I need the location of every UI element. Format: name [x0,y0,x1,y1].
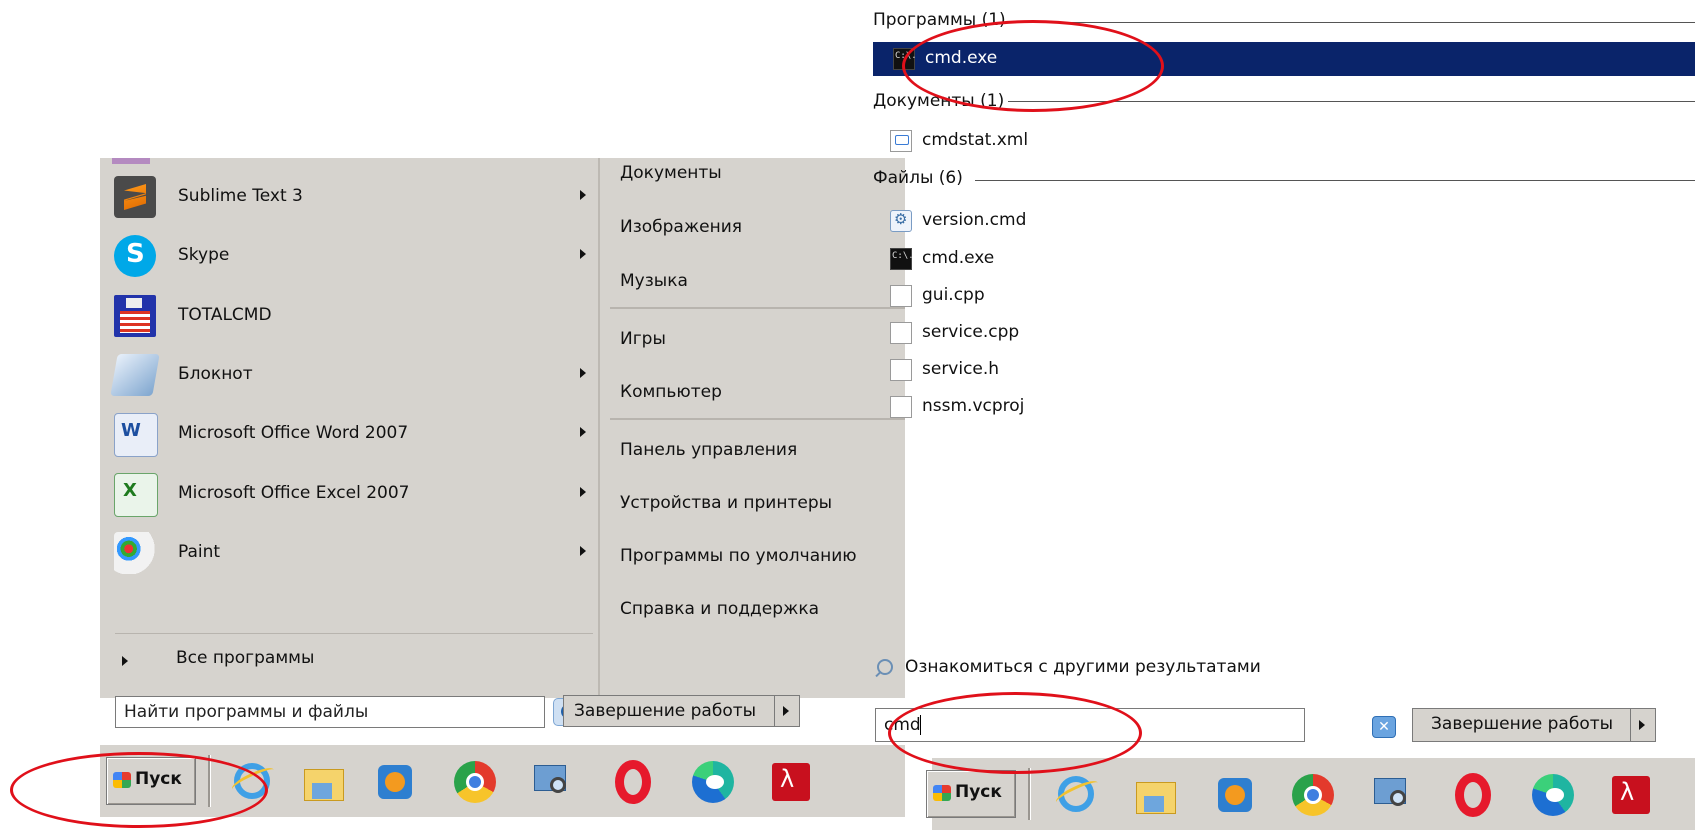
shutdown-options-button[interactable] [774,695,800,727]
windows-logo-icon [933,785,951,801]
group-header-files: Файлы (6) [873,168,963,188]
chrome-icon[interactable] [1290,772,1336,818]
group-divider [1008,22,1695,23]
all-programs-label: Все программы [176,648,315,668]
partial-icon [112,158,150,164]
script-file-icon [890,210,912,232]
shutdown-options-button[interactable] [1630,708,1656,742]
chrome-icon[interactable] [452,759,498,805]
word-icon: W [114,413,158,457]
place-control-panel[interactable]: Панель управления [620,440,797,460]
notepad-icon [110,354,160,396]
program-label: Paint [178,542,221,562]
expand-arrow-icon [122,656,128,666]
start-button[interactable]: Пуск [926,770,1016,818]
result-label: nssm.vcproj [922,396,1025,416]
result-label: service.h [922,359,1000,379]
chevron-right-icon [1639,720,1645,730]
file-explorer-icon[interactable] [1132,772,1178,818]
highlight-oval [10,752,268,828]
acrobat-icon[interactable]: λ [768,759,814,805]
network-search-icon[interactable] [1370,772,1416,818]
divider [115,633,593,634]
submenu-arrow-icon [580,368,586,378]
shutdown-button[interactable]: Завершение работы [563,695,778,727]
place-music[interactable]: Музыка [620,271,688,291]
submenu-arrow-icon [580,190,586,200]
result-label: gui.cpp [922,285,985,305]
place-documents[interactable]: Документы [620,163,722,183]
search-input[interactable]: Найти программы и файлы [115,696,545,728]
program-label: Microsoft Office Word 2007 [178,423,409,443]
divider [610,307,905,309]
place-computer[interactable]: Компьютер [620,382,722,402]
program-label: Microsoft Office Excel 2007 [178,483,410,503]
totalcmd-icon [114,295,156,337]
program-item-paint[interactable]: Paint [108,524,588,582]
program-item-word[interactable]: W Microsoft Office Word 2007 [108,405,588,463]
internet-explorer-icon[interactable] [1053,772,1101,818]
start-label: Пуск [955,782,1002,802]
submenu-arrow-icon [580,487,586,497]
search-icon [877,659,893,675]
taskbar-separator [1028,768,1031,820]
highlight-oval [888,692,1142,774]
xml-file-icon [890,130,912,152]
shutdown-button[interactable]: Завершение работы [1412,708,1634,742]
sublime-text-icon [114,176,156,218]
skype-icon: S [114,235,156,277]
search-placeholder: Найти программы и файлы [124,702,369,722]
program-item-excel[interactable]: X Microsoft Office Excel 2007 [108,465,588,523]
see-more-label: Ознакомиться с другими результатами [905,657,1261,677]
place-pictures[interactable]: Изображения [620,217,742,237]
edge-icon[interactable] [690,759,736,805]
file-icon [890,396,912,418]
program-item-notepad[interactable]: Блокнот [108,346,588,404]
program-label: Блокнот [178,364,253,384]
program-label: Skype [178,245,230,265]
media-player-icon[interactable] [1212,772,1258,818]
place-devices-printers[interactable]: Устройства и принтеры [620,493,832,513]
submenu-arrow-icon [580,546,586,556]
file-icon [890,285,912,307]
result-label: version.cmd [922,210,1027,230]
place-default-programs[interactable]: Программы по умолчанию [620,546,857,566]
program-label: Sublime Text 3 [178,186,303,206]
submenu-arrow-icon [580,427,586,437]
result-label: cmdstat.xml [922,130,1029,150]
file-explorer-icon[interactable] [300,759,346,805]
place-help-support[interactable]: Справка и поддержка [620,599,819,619]
media-player-icon[interactable] [372,759,418,805]
column-divider [598,158,600,698]
file-icon [890,359,912,381]
shutdown-label: Завершение работы [1431,714,1614,734]
highlight-oval [902,20,1164,112]
program-item-totalcmd[interactable]: TOTALCMD [108,287,588,345]
program-item-skype[interactable]: S Skype [108,227,588,285]
divider [610,418,905,420]
file-icon [890,322,912,344]
edge-icon[interactable] [1530,772,1576,818]
excel-icon: X [114,473,158,517]
chevron-right-icon [783,706,789,716]
result-label: cmd.exe [922,248,995,268]
result-label: service.cpp [922,322,1020,342]
opera-icon[interactable] [1450,772,1496,818]
submenu-arrow-icon [580,249,586,259]
network-search-icon[interactable] [530,759,576,805]
program-item-sublime[interactable]: Sublime Text 3 [108,168,588,226]
see-more-results-link[interactable]: Ознакомиться с другими результатами [877,657,1297,681]
clear-search-icon[interactable]: ✕ [1372,716,1396,738]
group-divider [975,180,1695,181]
program-label: TOTALCMD [178,305,272,325]
opera-icon[interactable] [610,759,656,805]
console-icon [890,248,914,270]
shutdown-label: Завершение работы [574,701,757,721]
acrobat-icon[interactable]: λ [1608,772,1654,818]
place-games[interactable]: Игры [620,329,666,349]
paint-icon [114,532,156,574]
